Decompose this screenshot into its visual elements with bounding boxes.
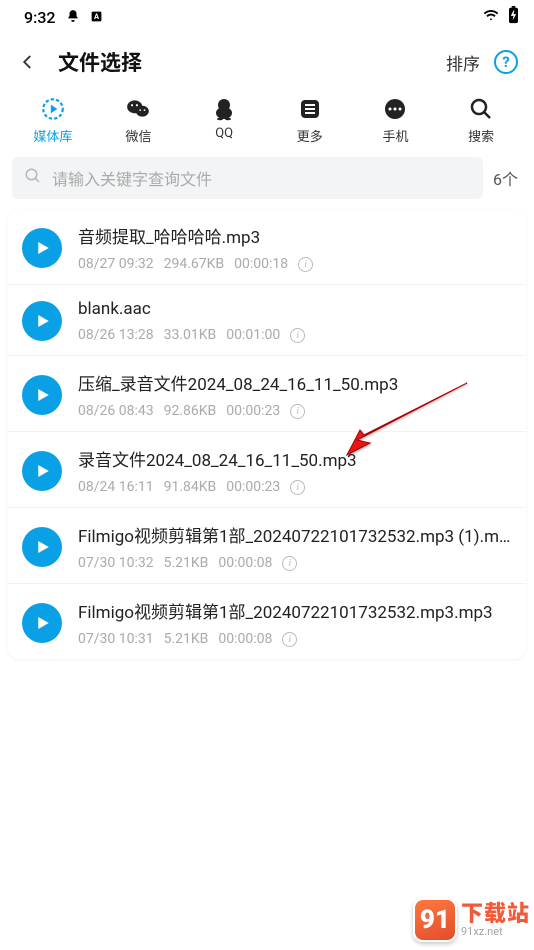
notification-app-icon: A — [90, 8, 103, 27]
app-header: 文件选择 排序 ? — [0, 34, 534, 90]
notification-bell-icon — [66, 8, 80, 27]
file-name: Filmigo视频剪辑第1部_20240722101732532.mp3.mp3 — [78, 598, 512, 623]
media-library-icon — [40, 96, 66, 122]
search-icon — [24, 167, 42, 189]
file-row[interactable]: Filmigo视频剪辑第1部_20240722101732532.mp3 (1)… — [8, 508, 526, 584]
file-row[interactable]: blank.aac 08/26 13:28 33.01KB 00:01:00 i — [8, 285, 526, 356]
phone-icon — [382, 96, 408, 122]
tab-phone[interactable]: 手机 — [360, 96, 430, 145]
tab-wechat[interactable]: 微信 — [103, 96, 173, 145]
search-input[interactable]: 请输入关键字查询文件 — [12, 157, 483, 199]
info-icon[interactable]: i — [282, 556, 297, 571]
wechat-icon — [125, 96, 151, 122]
play-button[interactable] — [22, 375, 62, 415]
file-name: 压缩_录音文件2024_08_24_16_11_50.mp3 — [78, 370, 512, 395]
file-meta: 08/27 09:32 294.67KB 00:00:18 i — [78, 256, 512, 272]
more-icon — [297, 96, 323, 122]
watermark: 91 下载站 91xz.net — [413, 898, 530, 942]
file-count: 6个 — [493, 166, 522, 190]
file-row[interactable]: 音频提取_哈哈哈哈.mp3 08/27 09:32 294.67KB 00:00… — [8, 209, 526, 285]
info-icon[interactable]: i — [290, 404, 305, 419]
sort-button[interactable]: 排序 — [446, 50, 480, 75]
play-button[interactable] — [22, 228, 62, 268]
play-button[interactable] — [22, 527, 62, 567]
play-button[interactable] — [22, 301, 62, 341]
tab-label: 手机 — [382, 126, 408, 145]
file-row[interactable]: 压缩_录音文件2024_08_24_16_11_50.mp3 08/26 08:… — [8, 356, 526, 432]
file-row[interactable]: Filmigo视频剪辑第1部_20240722101732532.mp3.mp3… — [8, 584, 526, 659]
source-tabs: 媒体库 微信 QQ 更多 手机 搜索 — [0, 90, 534, 149]
info-icon[interactable]: i — [282, 632, 297, 647]
tab-media[interactable]: 媒体库 — [18, 96, 88, 145]
tab-qq[interactable]: QQ — [189, 96, 259, 145]
watermark-badge: 91 — [413, 898, 457, 942]
file-name: blank.aac — [78, 299, 512, 319]
search-row: 请输入关键字查询文件 6个 — [0, 149, 534, 209]
tab-label: 微信 — [125, 126, 151, 145]
page-title: 文件选择 — [58, 47, 142, 77]
help-button[interactable]: ? — [494, 50, 518, 74]
wifi-icon — [481, 7, 501, 27]
tab-search[interactable]: 搜索 — [446, 96, 516, 145]
tab-label: 更多 — [297, 126, 323, 145]
tab-more[interactable]: 更多 — [275, 96, 345, 145]
battery-icon — [507, 6, 520, 28]
file-meta: 08/24 16:11 91.84KB 00:00:23 i — [78, 479, 512, 495]
tab-label: 搜索 — [468, 126, 494, 145]
back-button[interactable] — [16, 50, 40, 74]
search-placeholder: 请输入关键字查询文件 — [52, 166, 212, 190]
info-icon[interactable]: i — [290, 328, 305, 343]
file-name: 录音文件2024_08_24_16_11_50.mp3 — [78, 446, 512, 471]
watermark-url: 91xz.net — [461, 926, 530, 937]
play-button[interactable] — [22, 603, 62, 643]
tab-label: QQ — [215, 126, 233, 141]
watermark-title: 下载站 — [461, 904, 530, 926]
file-meta: 08/26 13:28 33.01KB 00:01:00 i — [78, 327, 512, 343]
search-icon — [468, 96, 494, 122]
file-meta: 08/26 08:43 92.86KB 00:00:23 i — [78, 403, 512, 419]
file-meta: 07/30 10:32 5.21KB 00:00:08 i — [78, 555, 512, 571]
qq-icon — [211, 96, 237, 122]
info-icon[interactable]: i — [298, 257, 313, 272]
file-name: Filmigo视频剪辑第1部_20240722101732532.mp3 (1)… — [78, 522, 512, 547]
file-meta: 07/30 10:31 5.21KB 00:00:08 i — [78, 631, 512, 647]
info-icon[interactable]: i — [290, 480, 305, 495]
file-name: 音频提取_哈哈哈哈.mp3 — [78, 223, 512, 248]
status-bar: 9:32 A — [0, 0, 534, 34]
play-button[interactable] — [22, 451, 62, 491]
file-row[interactable]: 录音文件2024_08_24_16_11_50.mp3 08/24 16:11 … — [8, 432, 526, 508]
file-list: 音频提取_哈哈哈哈.mp3 08/27 09:32 294.67KB 00:00… — [8, 209, 526, 659]
status-time: 9:32 — [24, 8, 56, 27]
tab-label: 媒体库 — [33, 126, 72, 145]
